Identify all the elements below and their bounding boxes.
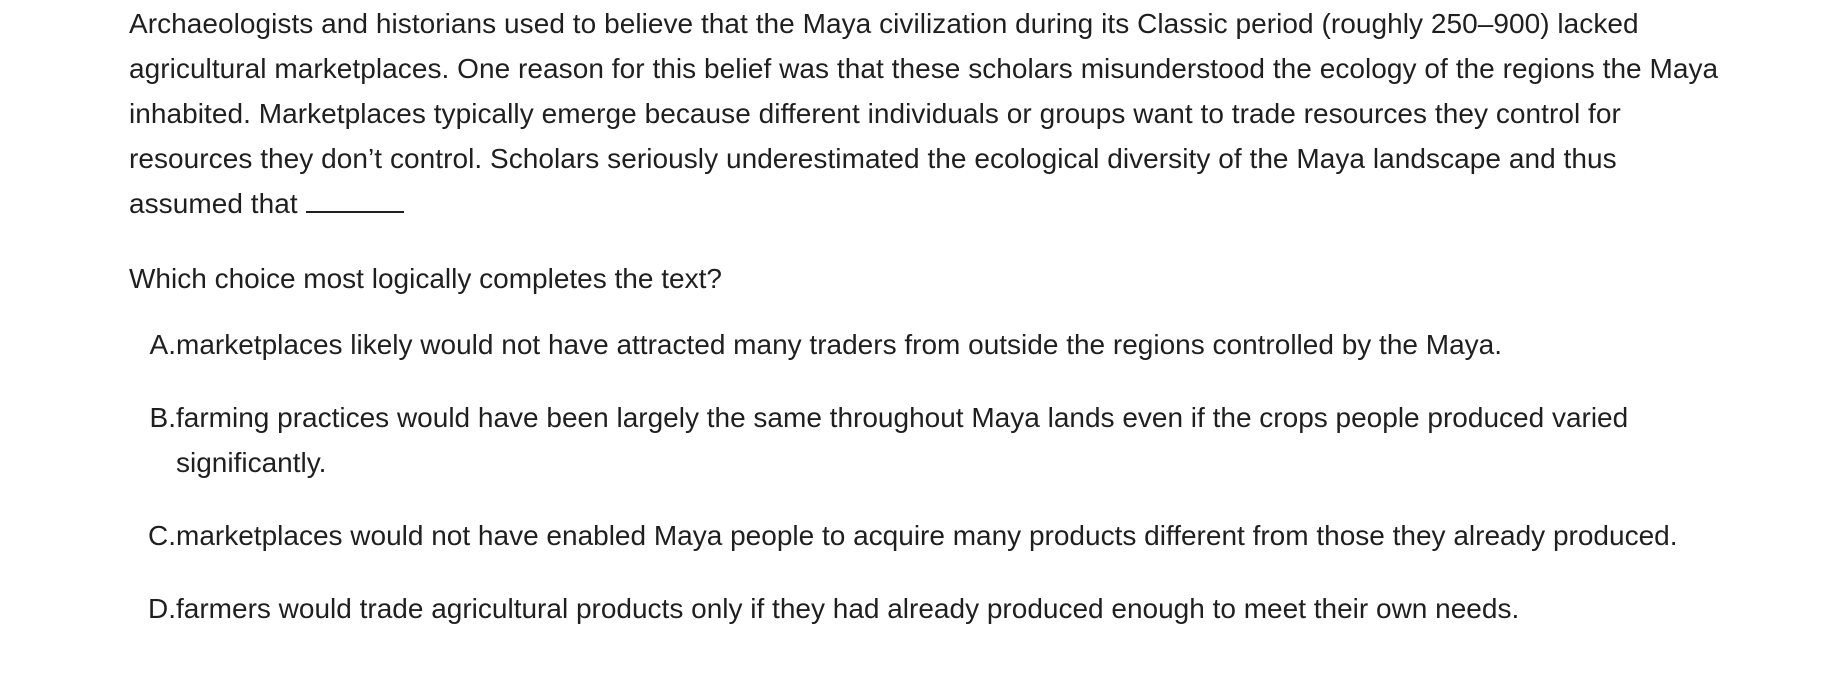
- answer-blank: [305, 185, 404, 213]
- choice-a-letter: A.: [149, 329, 176, 360]
- choice-d[interactable]: D. farmers would trade agricultural prod…: [129, 586, 1729, 631]
- answer-choices: A. marketplaces likely would not have at…: [129, 322, 1729, 631]
- question-page: Archaeologists and historians used to be…: [129, 0, 1729, 659]
- passage-text: Archaeologists and historians used to be…: [129, 0, 1729, 226]
- choice-a-text: marketplaces likely would not have attra…: [176, 329, 1502, 360]
- question-prompt: Which choice most logically completes th…: [129, 263, 722, 294]
- choice-c[interactable]: C. marketplaces would not have enabled M…: [129, 513, 1729, 558]
- choice-b[interactable]: B. farming practices would have been lar…: [129, 395, 1729, 485]
- choice-d-text: farmers would trade agricultural product…: [176, 593, 1520, 624]
- choice-b-text: farming practices would have been largel…: [176, 402, 1629, 478]
- choice-c-text: marketplaces would not have enabled Maya…: [176, 520, 1678, 551]
- choice-a[interactable]: A. marketplaces likely would not have at…: [129, 322, 1729, 367]
- choice-b-letter: B.: [149, 402, 176, 433]
- choice-c-letter: C.: [148, 520, 176, 551]
- choice-d-letter: D.: [148, 593, 176, 624]
